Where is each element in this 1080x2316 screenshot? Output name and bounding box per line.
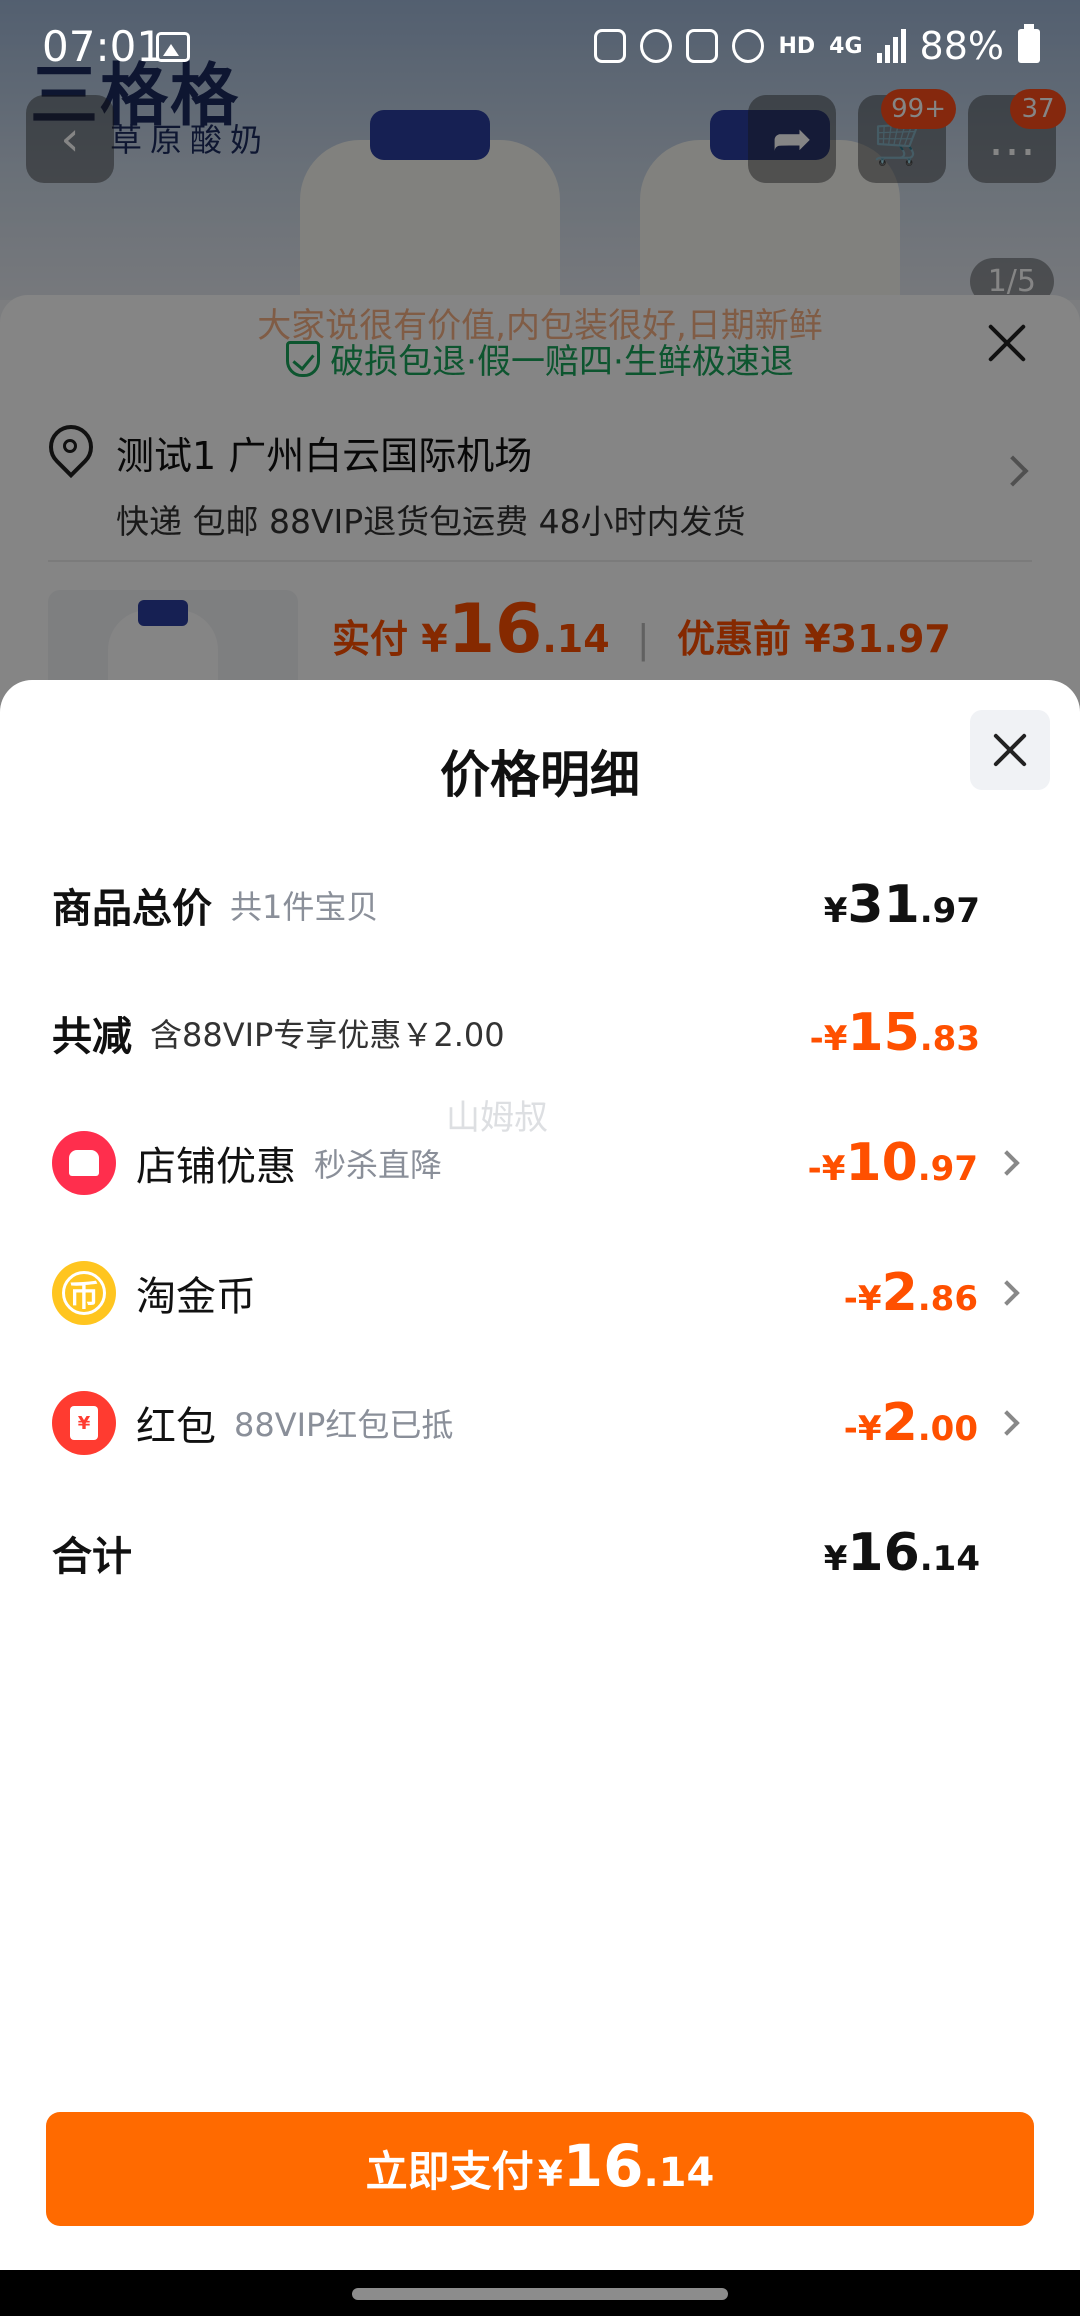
red-packet-icon: ¥ [52,1391,116,1455]
total-price-label: 商品总价 [52,886,212,932]
total-price-amount: ¥31.97 [823,875,980,935]
signal-icon [876,29,906,63]
network-indicator: 4G [829,33,863,59]
pay-now-button[interactable]: 立即支付 ¥16.14 [46,2112,1034,2226]
reduction-note: 含88VIP专享优惠￥2.00 [150,1016,505,1054]
taojinbi-label: 淘金币 [136,1274,256,1320]
gallery-icon [156,32,190,62]
close-button[interactable] [970,710,1050,790]
wifi-icon [732,29,765,63]
row-taojinbi[interactable]: 币 淘金币 -¥ 2.86 [52,1248,1024,1338]
pay-amount-int: 16 [562,2132,644,2200]
shop-discount-amount: -¥ 10.97 [807,1133,978,1193]
hd-indicator: HD [778,33,816,59]
reduction-amount: -¥ 15.83 [809,1003,980,1063]
shop-coupon-icon [52,1131,116,1195]
row-sum: 合计 ¥16.14 [52,1508,1024,1598]
red-packet-note: 88VIP红包已抵 [234,1406,454,1444]
chevron-right-icon [994,1280,1020,1306]
row-total-reduction: 共减 含88VIP专享优惠￥2.00 -¥ 15.83 [52,988,1024,1078]
coin-icon: 币 [52,1261,116,1325]
status-bar: 07:01 HD 4G 88% [0,0,1080,96]
shop-discount-note: 秒杀直降 [314,1146,443,1184]
shop-discount-label: 店铺优惠 [136,1144,296,1190]
chevron-right-icon [994,1410,1020,1436]
chevron-right-icon [994,1150,1020,1176]
pay-amount-dec: .14 [643,2150,715,2196]
battery-percent: 88% [919,24,1004,68]
reduction-label: 共减 [52,1014,132,1060]
sum-amount: ¥16.14 [823,1523,980,1583]
red-packet-amount: -¥ 2.00 [843,1393,978,1453]
alarm-icon [640,29,673,63]
status-time: 07:01 [42,22,164,71]
row-red-packet[interactable]: ¥ 红包 88VIP红包已抵 -¥ 2.00 [52,1378,1024,1468]
pay-now-label: 立即支付 [365,2147,534,2196]
sum-label: 合计 [52,1534,132,1580]
item-count: 共1件宝贝 [230,888,379,926]
red-packet-label: 红包 [136,1404,216,1450]
battery-icon [1018,24,1040,63]
sheet-title: 价格明细 [440,746,640,804]
row-total-price: 商品总价 共1件宝贝 ¥31.97 [52,860,1024,950]
battery-saver-icon [594,29,627,63]
home-indicator[interactable] [352,2288,728,2300]
taojinbi-amount: -¥ 2.86 [843,1263,978,1323]
mute-icon [686,29,719,63]
pay-yen: ¥ [537,2154,563,2195]
row-shop-discount[interactable]: 店铺优惠 秒杀直降 -¥ 10.97 [52,1118,1024,1208]
